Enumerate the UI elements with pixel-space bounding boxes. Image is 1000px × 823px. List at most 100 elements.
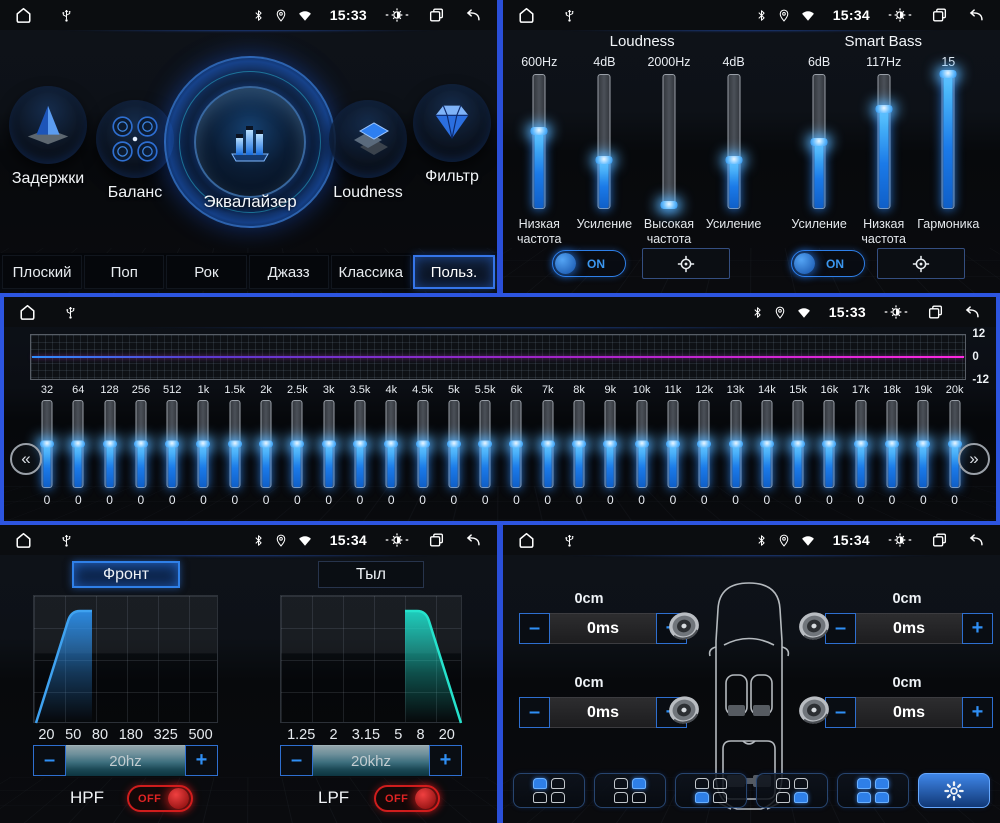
hpf-off-toggle[interactable]: OFF <box>127 785 193 812</box>
preset-tab-2[interactable]: Поп <box>84 255 165 289</box>
tab-front[interactable]: Фронт <box>72 561 180 588</box>
menu-item-equalizer[interactable]: Эквалайзер <box>164 56 336 228</box>
home-icon[interactable] <box>14 6 33 25</box>
brightness-icon[interactable] <box>384 530 410 550</box>
front-right-delay-value[interactable]: 0ms <box>856 613 962 644</box>
band-slider[interactable] <box>352 400 368 488</box>
back-icon[interactable] <box>463 532 483 549</box>
slider-thumb[interactable] <box>384 440 399 448</box>
band-slider[interactable] <box>258 400 274 488</box>
minus-button[interactable]: – <box>519 697 550 728</box>
plus-button[interactable]: + <box>962 697 993 728</box>
front-left-delay-value[interactable]: 0ms <box>550 613 656 644</box>
slider-thumb[interactable] <box>603 440 618 448</box>
slider-thumb[interactable] <box>759 440 774 448</box>
slider-thumb[interactable] <box>791 440 806 448</box>
slider-thumb[interactable] <box>540 440 555 448</box>
slider-thumb[interactable] <box>102 440 117 448</box>
band-slider[interactable] <box>446 400 462 488</box>
vertical-slider[interactable] <box>660 74 678 209</box>
slider-thumb[interactable] <box>916 440 931 448</box>
vertical-slider[interactable] <box>875 74 893 209</box>
preset-tab-4[interactable]: Джазз <box>248 255 329 289</box>
slider-thumb[interactable] <box>875 105 893 114</box>
menu-item-filter[interactable]: Фильтр <box>410 84 494 186</box>
preset-rear-right-seat[interactable] <box>756 773 828 808</box>
brightness-icon[interactable] <box>887 530 913 550</box>
slider-thumb[interactable] <box>939 70 957 78</box>
preset-front-left-seat[interactable] <box>513 773 585 808</box>
slider-thumb[interactable] <box>725 156 743 165</box>
slider-thumb[interactable] <box>40 440 54 448</box>
slider-thumb[interactable] <box>697 440 712 448</box>
home-icon[interactable] <box>14 531 33 550</box>
preset-rear-left-seat[interactable] <box>675 773 747 808</box>
band-slider[interactable] <box>696 400 712 488</box>
slider-thumb[interactable] <box>478 440 493 448</box>
recent-apps-icon[interactable] <box>427 531 446 549</box>
band-slider[interactable] <box>415 400 431 488</box>
slider-thumb[interactable] <box>530 126 548 135</box>
brightness-icon[interactable] <box>883 302 909 322</box>
band-slider[interactable] <box>821 400 837 488</box>
minus-button[interactable]: – <box>519 613 550 644</box>
band-slider[interactable] <box>477 400 493 488</box>
band-slider[interactable] <box>790 400 806 488</box>
band-slider[interactable] <box>884 400 900 488</box>
menu-item-delays[interactable]: Задержки <box>6 86 90 188</box>
plus-button[interactable]: + <box>962 613 993 644</box>
home-icon[interactable] <box>18 303 37 322</box>
delay-settings-button[interactable] <box>918 773 990 808</box>
band-slider[interactable] <box>227 400 243 488</box>
back-icon[interactable] <box>966 532 986 549</box>
smartbass-on-toggle[interactable]: ON <box>791 250 865 277</box>
vertical-slider[interactable] <box>595 74 613 209</box>
recent-apps-icon[interactable] <box>930 6 949 24</box>
smartbass-reset-button[interactable] <box>877 248 965 279</box>
slider-thumb[interactable] <box>509 440 524 448</box>
slider-thumb[interactable] <box>259 440 274 448</box>
vertical-slider[interactable] <box>725 74 743 209</box>
slider-thumb[interactable] <box>352 440 367 448</box>
slider-thumb[interactable] <box>853 440 868 448</box>
slider-thumb[interactable] <box>71 440 86 448</box>
rear-left-delay-value[interactable]: 0ms <box>550 697 656 728</box>
band-slider[interactable] <box>915 400 931 488</box>
band-slider[interactable] <box>634 400 650 488</box>
slider-thumb[interactable] <box>133 440 148 448</box>
home-icon[interactable] <box>517 6 536 25</box>
slider-thumb[interactable] <box>665 440 680 448</box>
band-slider[interactable] <box>39 400 55 488</box>
band-slider[interactable] <box>102 400 118 488</box>
band-slider[interactable] <box>133 400 149 488</box>
slider-thumb[interactable] <box>196 440 211 448</box>
slider-thumb[interactable] <box>165 440 180 448</box>
lpf-plus-button[interactable]: + <box>429 745 462 776</box>
loudness-reset-button[interactable] <box>642 248 730 279</box>
vertical-slider[interactable] <box>939 70 957 209</box>
preset-front-right-seat[interactable] <box>594 773 666 808</box>
slider-thumb[interactable] <box>822 440 837 448</box>
slider-thumb[interactable] <box>728 440 743 448</box>
slider-thumb[interactable] <box>810 137 828 146</box>
hpf-frequency-value[interactable]: 20hz <box>66 745 185 776</box>
brightness-icon[interactable] <box>887 5 913 25</box>
slider-thumb[interactable] <box>321 440 336 448</box>
preset-tab-3[interactable]: Рок <box>166 255 247 289</box>
back-icon[interactable] <box>966 7 986 24</box>
hpf-minus-button[interactable]: – <box>33 745 66 776</box>
eq-prev-page-button[interactable]: « <box>10 443 42 475</box>
recent-apps-icon[interactable] <box>926 303 945 321</box>
band-slider[interactable] <box>540 400 556 488</box>
band-slider[interactable] <box>728 400 744 488</box>
band-slider[interactable] <box>665 400 681 488</box>
preset-tab-6[interactable]: Польз. <box>412 255 496 289</box>
band-slider[interactable] <box>602 400 618 488</box>
slider-thumb[interactable] <box>227 440 242 448</box>
hpf-plus-button[interactable]: + <box>185 745 218 776</box>
band-slider[interactable] <box>508 400 524 488</box>
back-icon[interactable] <box>463 7 483 24</box>
loudness-on-toggle[interactable]: ON <box>552 250 626 277</box>
band-slider[interactable] <box>947 400 963 488</box>
brightness-icon[interactable] <box>384 5 410 25</box>
